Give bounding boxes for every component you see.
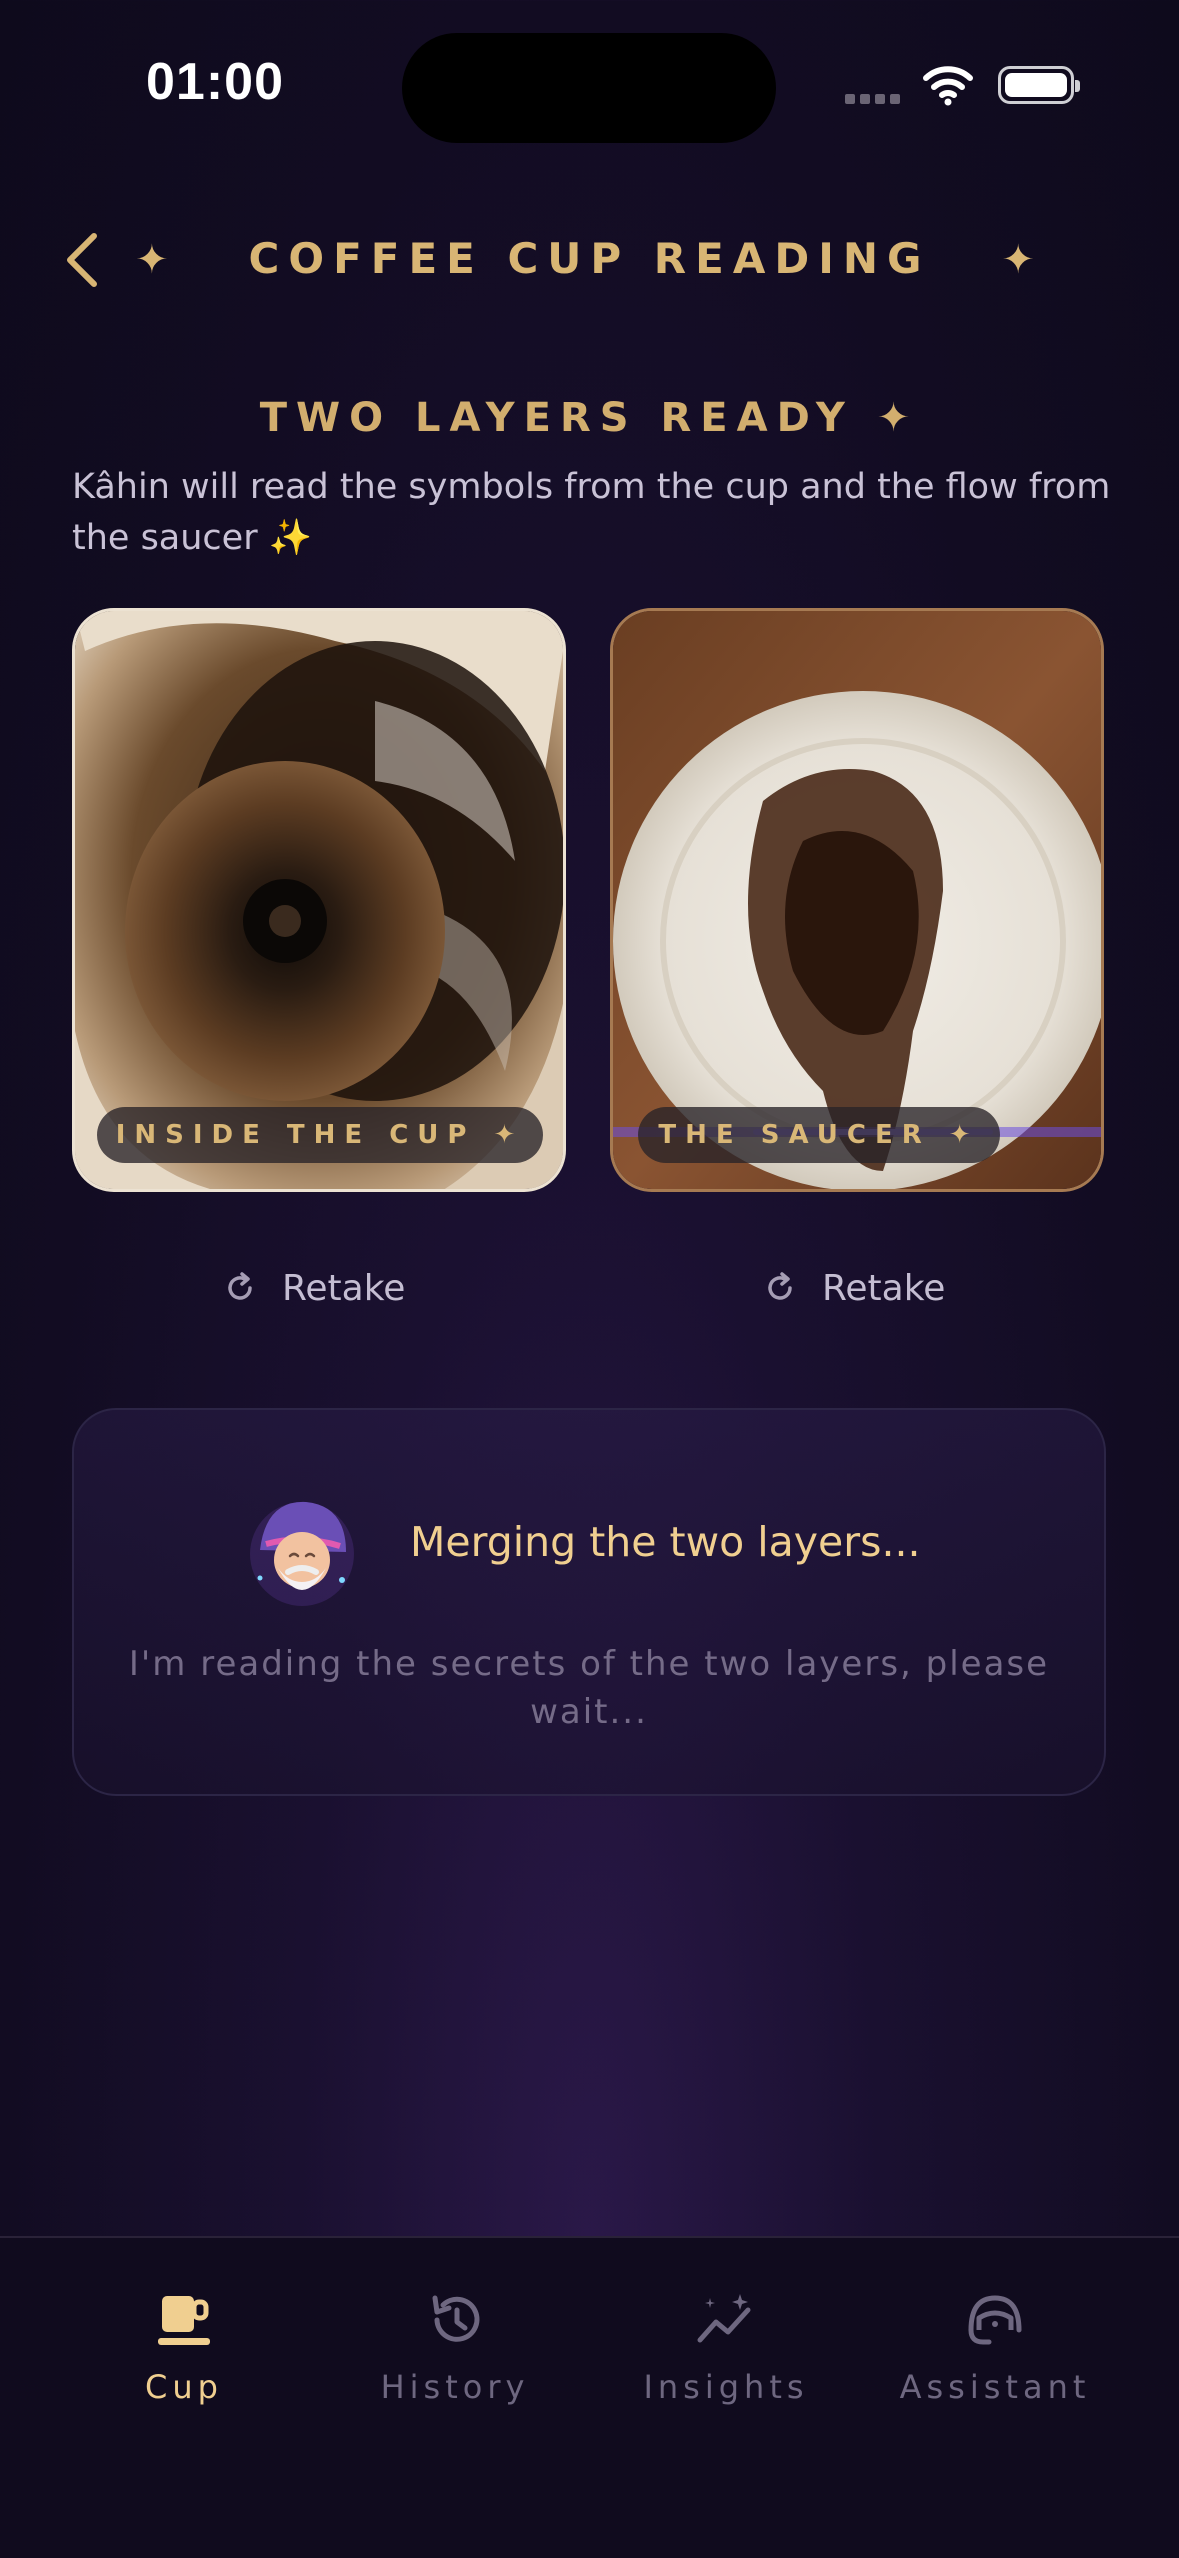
- tab-label: Cup: [145, 2368, 223, 2406]
- processing-panel: [72, 1408, 1106, 1796]
- refresh-icon: [768, 1272, 792, 1300]
- retake-label: Retake: [282, 1267, 406, 1309]
- tab-assistant[interactable]: Assistant: [875, 2290, 1115, 2406]
- battery-icon: [998, 66, 1080, 104]
- sparkle-icon: ✦: [1001, 237, 1044, 283]
- history-icon: [432, 2295, 480, 2342]
- cup-photo-label: INSIDE THE CUP ✦: [97, 1107, 543, 1163]
- processing-title: Merging the two layers...: [410, 1518, 921, 1566]
- cup-photo-image: [75, 611, 563, 1189]
- section-description: Kâhin will read the symbols from the cup…: [72, 467, 1111, 558]
- signal-icon: [845, 94, 900, 104]
- saucer-photo-image: [613, 611, 1101, 1189]
- saucer-photo-label: THE SAUCER ✦: [638, 1107, 1000, 1163]
- wifi-icon: [923, 66, 973, 106]
- page-header: ✦ COFFEE CUP READING ✦: [0, 234, 1179, 283]
- insights-icon: [697, 2294, 751, 2343]
- tab-insights[interactable]: Insights: [606, 2290, 846, 2406]
- retake-label: Retake: [822, 1267, 946, 1309]
- retake-saucer-button[interactable]: Retake: [764, 1262, 945, 1314]
- tab-label: History: [380, 2368, 530, 2406]
- page-title: COFFEE CUP READING: [248, 234, 931, 283]
- fortune-teller-avatar: [250, 1501, 354, 1606]
- refresh-icon: [228, 1272, 252, 1300]
- retake-cup-button[interactable]: Retake: [224, 1262, 405, 1314]
- tab-label: Insights: [643, 2368, 809, 2406]
- tab-label: Assistant: [899, 2368, 1091, 2406]
- assistant-icon: [968, 2295, 1022, 2345]
- tab-cup[interactable]: Cup: [64, 2290, 304, 2406]
- cup-photo-card[interactable]: INSIDE THE CUP ✦: [72, 608, 566, 1192]
- cup-icon: [158, 2296, 210, 2345]
- status-time: 01:00: [146, 53, 284, 111]
- processing-message: I'm reading the secrets of the two layer…: [128, 1644, 1050, 1732]
- saucer-photo-card[interactable]: THE SAUCER ✦: [610, 608, 1104, 1192]
- sparkle-icon: ✦: [135, 237, 178, 283]
- section-title: TWO LAYERS READY ✦: [259, 395, 920, 441]
- tab-history[interactable]: History: [335, 2290, 575, 2406]
- dynamic-island: [402, 33, 776, 143]
